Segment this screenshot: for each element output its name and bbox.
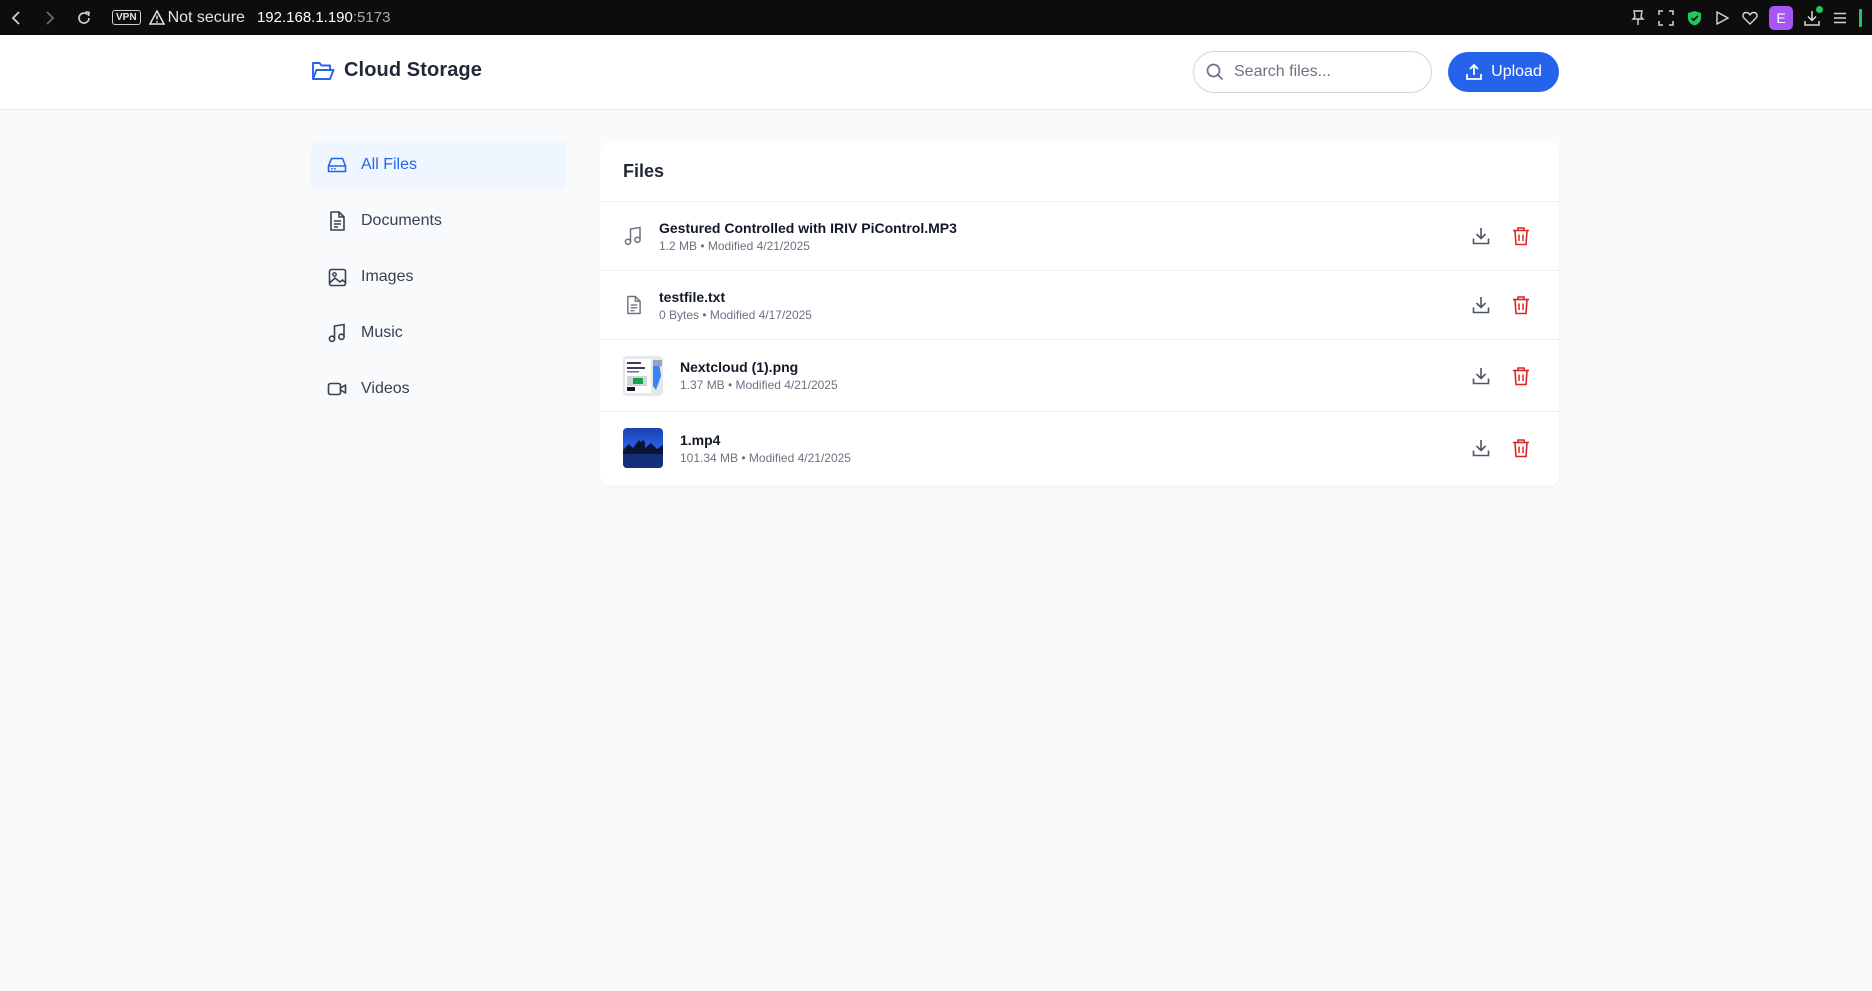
browser-toolbar: VPN Not secure 192.168.1.190:5173 E bbox=[0, 0, 1872, 35]
sidebar-item-label: Videos bbox=[361, 380, 410, 397]
sidebar-item-videos[interactable]: Videos bbox=[311, 365, 567, 413]
heart-icon[interactable] bbox=[1741, 9, 1759, 27]
image-icon bbox=[327, 267, 347, 287]
file-meta: 101.34 MB • Modified 4/21/2025 bbox=[680, 450, 851, 465]
address-bar[interactable]: 192.168.1.190:5173 bbox=[257, 9, 390, 26]
image-thumbnail bbox=[623, 355, 663, 396]
downloads-icon[interactable] bbox=[1803, 5, 1823, 27]
sidebar-item-label: Documents bbox=[361, 212, 442, 229]
sidebar-item-music[interactable]: Music bbox=[311, 309, 567, 357]
panel-title: Files bbox=[600, 141, 1559, 202]
sidebar-item-label: All Files bbox=[361, 156, 418, 173]
file-actions bbox=[1470, 225, 1532, 247]
video-icon bbox=[327, 379, 347, 399]
drive-icon bbox=[327, 155, 347, 175]
upload-label: Upload bbox=[1491, 63, 1542, 80]
url-port: :5173 bbox=[352, 9, 391, 26]
app-header: Cloud Storage Upload bbox=[0, 35, 1872, 110]
downloads-badge bbox=[1816, 5, 1823, 13]
file-actions bbox=[1470, 437, 1532, 459]
search-input[interactable] bbox=[1234, 63, 1414, 81]
document-icon bbox=[327, 211, 347, 231]
download-icon[interactable] bbox=[1470, 437, 1492, 459]
file-row[interactable]: testfile.txt 0 Bytes • Modified 4/17/202… bbox=[600, 271, 1559, 340]
upload-icon bbox=[1466, 63, 1483, 80]
sidebar-item-label: Music bbox=[361, 324, 403, 341]
screenshot-icon[interactable] bbox=[1657, 9, 1675, 27]
sidebar-item-documents[interactable]: Documents bbox=[311, 197, 567, 245]
warning-icon bbox=[148, 10, 165, 25]
file-meta: 1.37 MB • Modified 4/21/2025 bbox=[680, 378, 838, 392]
video-thumbnail bbox=[623, 428, 663, 468]
sidebar-item-images[interactable]: Images bbox=[311, 253, 567, 301]
sidebar: All Files Documents Images Music Videos bbox=[311, 141, 567, 421]
pin-icon[interactable] bbox=[1629, 9, 1647, 27]
document-icon bbox=[623, 295, 643, 315]
file-info: 1.mp4 101.34 MB • Modified 4/21/2025 bbox=[680, 432, 851, 465]
file-name[interactable]: 1.mp4 bbox=[680, 432, 851, 448]
files-panel: Files Gestured Controlled with IRIV PiCo… bbox=[600, 141, 1559, 486]
back-icon[interactable] bbox=[6, 8, 26, 28]
sidebar-toggle-indicator[interactable] bbox=[1859, 8, 1862, 27]
file-name[interactable]: testfile.txt bbox=[659, 289, 812, 305]
browser-actions: E bbox=[1629, 0, 1872, 35]
forward-icon[interactable] bbox=[40, 8, 60, 28]
profile-avatar[interactable]: E bbox=[1769, 5, 1793, 30]
search-box[interactable] bbox=[1193, 51, 1432, 93]
trash-icon[interactable] bbox=[1510, 365, 1532, 387]
security-text: Not secure bbox=[167, 8, 245, 26]
file-meta: 1.2 MB • Modified 4/21/2025 bbox=[659, 238, 810, 253]
upload-button[interactable]: Upload bbox=[1448, 52, 1559, 92]
brand[interactable]: Cloud Storage bbox=[311, 59, 482, 82]
vpn-badge[interactable]: VPN bbox=[112, 10, 141, 25]
search-icon bbox=[1206, 63, 1224, 81]
menu-icon[interactable] bbox=[1831, 9, 1849, 27]
play-icon[interactable] bbox=[1713, 9, 1731, 27]
trash-icon[interactable] bbox=[1510, 225, 1532, 247]
download-icon[interactable] bbox=[1470, 225, 1492, 247]
folder-open-icon bbox=[312, 61, 335, 80]
download-icon[interactable] bbox=[1470, 294, 1492, 316]
file-name[interactable]: Nextcloud (1).png bbox=[680, 359, 838, 375]
sidebar-item-all-files[interactable]: All Files bbox=[311, 141, 567, 189]
file-info: Gestured Controlled with IRIV PiControl.… bbox=[659, 220, 957, 253]
music-icon bbox=[623, 226, 643, 246]
security-indicator[interactable]: Not secure bbox=[148, 8, 245, 27]
trash-icon[interactable] bbox=[1510, 294, 1532, 316]
browser-nav bbox=[0, 8, 94, 28]
file-row[interactable]: Nextcloud (1).png 1.37 MB • Modified 4/2… bbox=[600, 340, 1559, 412]
file-row[interactable]: Gestured Controlled with IRIV PiControl.… bbox=[600, 202, 1559, 271]
file-info: Nextcloud (1).png 1.37 MB • Modified 4/2… bbox=[680, 359, 838, 392]
url-host: 192.168.1.190 bbox=[256, 9, 353, 26]
sidebar-item-label: Images bbox=[361, 268, 414, 285]
download-icon[interactable] bbox=[1470, 365, 1492, 387]
trash-icon[interactable] bbox=[1510, 437, 1532, 459]
file-row[interactable]: 1.mp4 101.34 MB • Modified 4/21/2025 bbox=[600, 412, 1559, 484]
app-title: Cloud Storage bbox=[344, 59, 482, 81]
file-name[interactable]: Gestured Controlled with IRIV PiControl.… bbox=[659, 220, 957, 236]
music-icon bbox=[327, 323, 347, 343]
file-info: testfile.txt 0 Bytes • Modified 4/17/202… bbox=[659, 289, 812, 322]
file-meta: 0 Bytes • Modified 4/17/2025 bbox=[659, 307, 812, 322]
reload-icon[interactable] bbox=[74, 8, 94, 28]
file-actions bbox=[1470, 365, 1532, 387]
file-actions bbox=[1470, 294, 1532, 316]
shield-icon[interactable] bbox=[1685, 9, 1703, 27]
